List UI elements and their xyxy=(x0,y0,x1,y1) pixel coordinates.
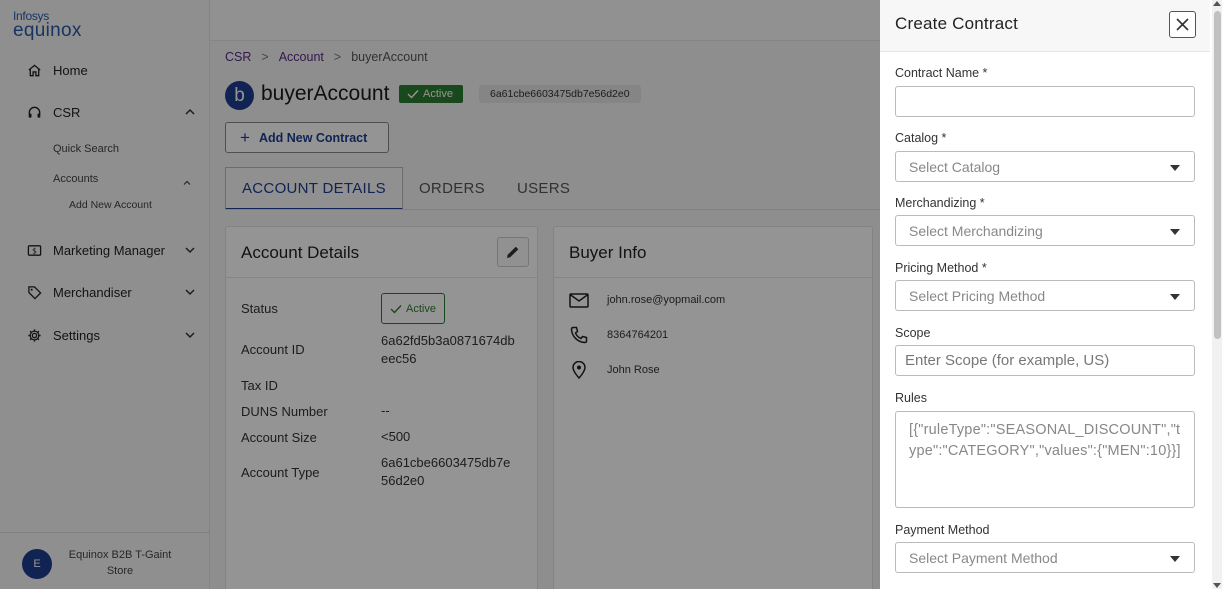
scroll-thumb[interactable] xyxy=(1214,11,1221,339)
pricing-method-label: Pricing Method * xyxy=(895,261,987,275)
rules-textarea[interactable]: [{"ruleType":"SEASONAL_DISCOUNT","type":… xyxy=(895,411,1195,508)
scope-input[interactable]: Enter Scope (for example, US) xyxy=(895,345,1195,376)
dropdown-arrow-icon xyxy=(1170,229,1180,235)
catalog-select[interactable]: Select Catalog xyxy=(895,151,1195,182)
dropdown-arrow-icon xyxy=(1170,556,1180,562)
close-button[interactable] xyxy=(1169,11,1196,38)
contract-name-input[interactable] xyxy=(895,86,1195,117)
dropdown-arrow-icon xyxy=(1170,294,1180,300)
merchandizing-select[interactable]: Select Merchandizing xyxy=(895,215,1195,246)
catalog-label: Catalog * xyxy=(895,131,947,145)
drawer-title: Create Contract xyxy=(895,14,1018,33)
catalog-select-placeholder: Select Catalog xyxy=(909,158,1001,175)
drawer-header: Create Contract xyxy=(880,0,1210,52)
dropdown-arrow-icon xyxy=(1170,165,1180,171)
drawer-scrollbar[interactable] xyxy=(1212,0,1222,589)
pricing-method-select-placeholder: Select Pricing Method xyxy=(909,287,1046,304)
merchandizing-select-placeholder: Select Merchandizing xyxy=(909,222,1043,239)
scope-label: Scope xyxy=(895,326,931,340)
payment-method-select-placeholder: Select Payment Method xyxy=(909,549,1058,566)
close-icon xyxy=(1176,18,1189,31)
payment-method-label: Payment Method xyxy=(895,523,990,537)
contract-name-label: Contract Name * xyxy=(895,66,988,80)
modal-backdrop[interactable] xyxy=(0,0,880,589)
payment-method-select[interactable]: Select Payment Method xyxy=(895,542,1195,573)
scroll-up-arrow-icon[interactable] xyxy=(1213,1,1221,6)
merchandizing-label: Merchandizing * xyxy=(895,196,985,210)
create-contract-drawer: Create Contract Contract Name * Catalog … xyxy=(880,0,1222,589)
pricing-method-select[interactable]: Select Pricing Method xyxy=(895,280,1195,311)
rules-label: Rules xyxy=(895,391,927,405)
scroll-down-arrow-icon[interactable] xyxy=(1213,583,1221,588)
